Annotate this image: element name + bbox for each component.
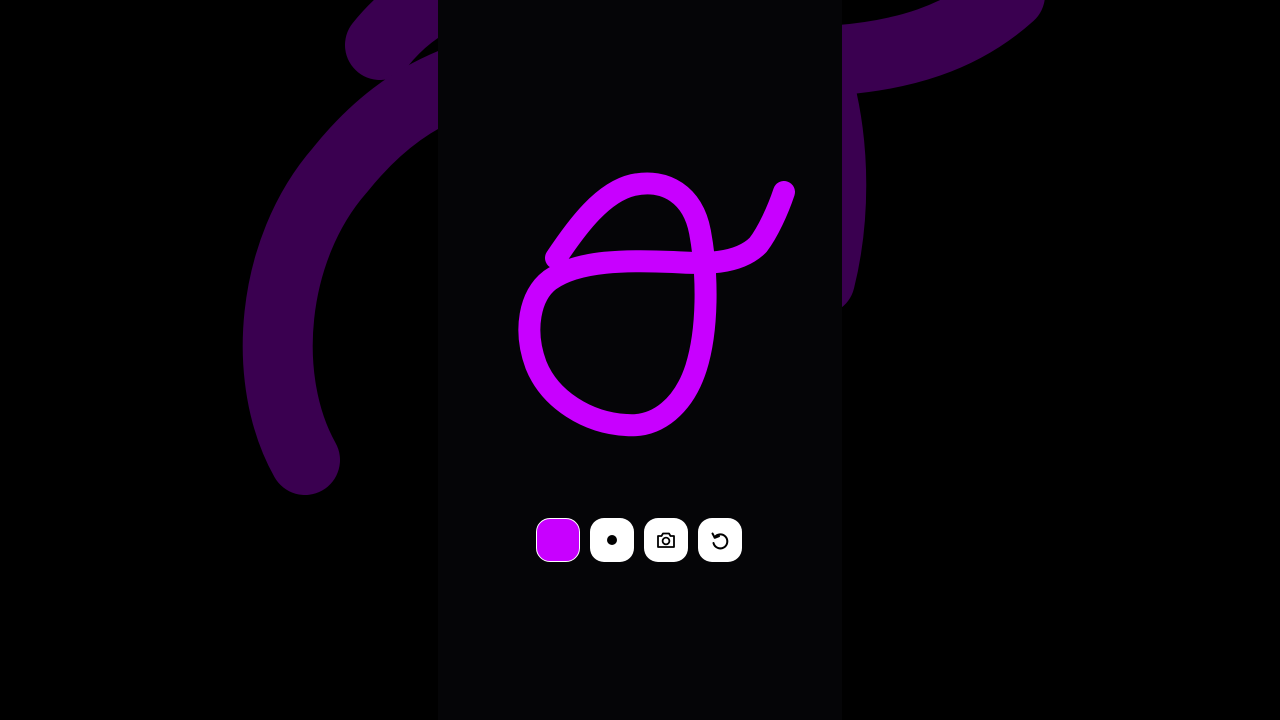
canvas-svg xyxy=(518,172,795,437)
reset-button[interactable] xyxy=(698,518,742,562)
drawing-canvas[interactable] xyxy=(438,0,842,720)
dot-icon xyxy=(607,535,617,545)
brush-size-button[interactable] xyxy=(590,518,634,562)
drawn-stroke xyxy=(518,172,795,437)
app-stage xyxy=(0,0,1280,720)
camera-icon xyxy=(657,532,675,548)
toolbar xyxy=(536,518,742,562)
screenshot-button[interactable] xyxy=(644,518,688,562)
color-swatch-button[interactable] xyxy=(536,518,580,562)
rotate-ccw-icon xyxy=(711,532,729,550)
